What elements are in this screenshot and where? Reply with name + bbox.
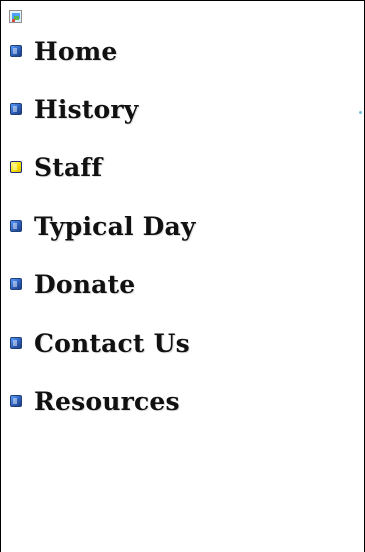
nav-item-label: History [34,94,139,124]
nav-item-label: Typical Day [34,211,196,241]
nav-item-label: Staff [34,152,103,182]
nav-item-donate[interactable]: Donate [10,269,135,299]
broken-image-icon [9,10,22,23]
nav-item-label: Donate [34,269,136,299]
bullet-icon [10,337,22,349]
nav-item-label: Home [34,36,118,66]
broken-image-icon-part [12,19,15,22]
nav-item-resources[interactable]: Resources [10,386,180,416]
bullet-icon [10,45,22,57]
bullet-icon [10,103,22,115]
bullet-icon [10,220,22,232]
bullet-icon [10,161,22,173]
small-dot [359,111,362,114]
nav-item-typical-day[interactable]: Typical Day [10,211,196,241]
bullet-icon [10,278,22,290]
nav-item-contact-us[interactable]: Contact Us [10,328,190,358]
bullet-icon [10,395,22,407]
nav-item-label: Contact Us [34,328,190,358]
nav-item-home[interactable]: Home [10,36,117,66]
nav-item-history[interactable]: History [10,94,139,124]
nav-item-label: Resources [34,386,180,416]
nav-item-staff[interactable]: Staff [10,152,102,182]
